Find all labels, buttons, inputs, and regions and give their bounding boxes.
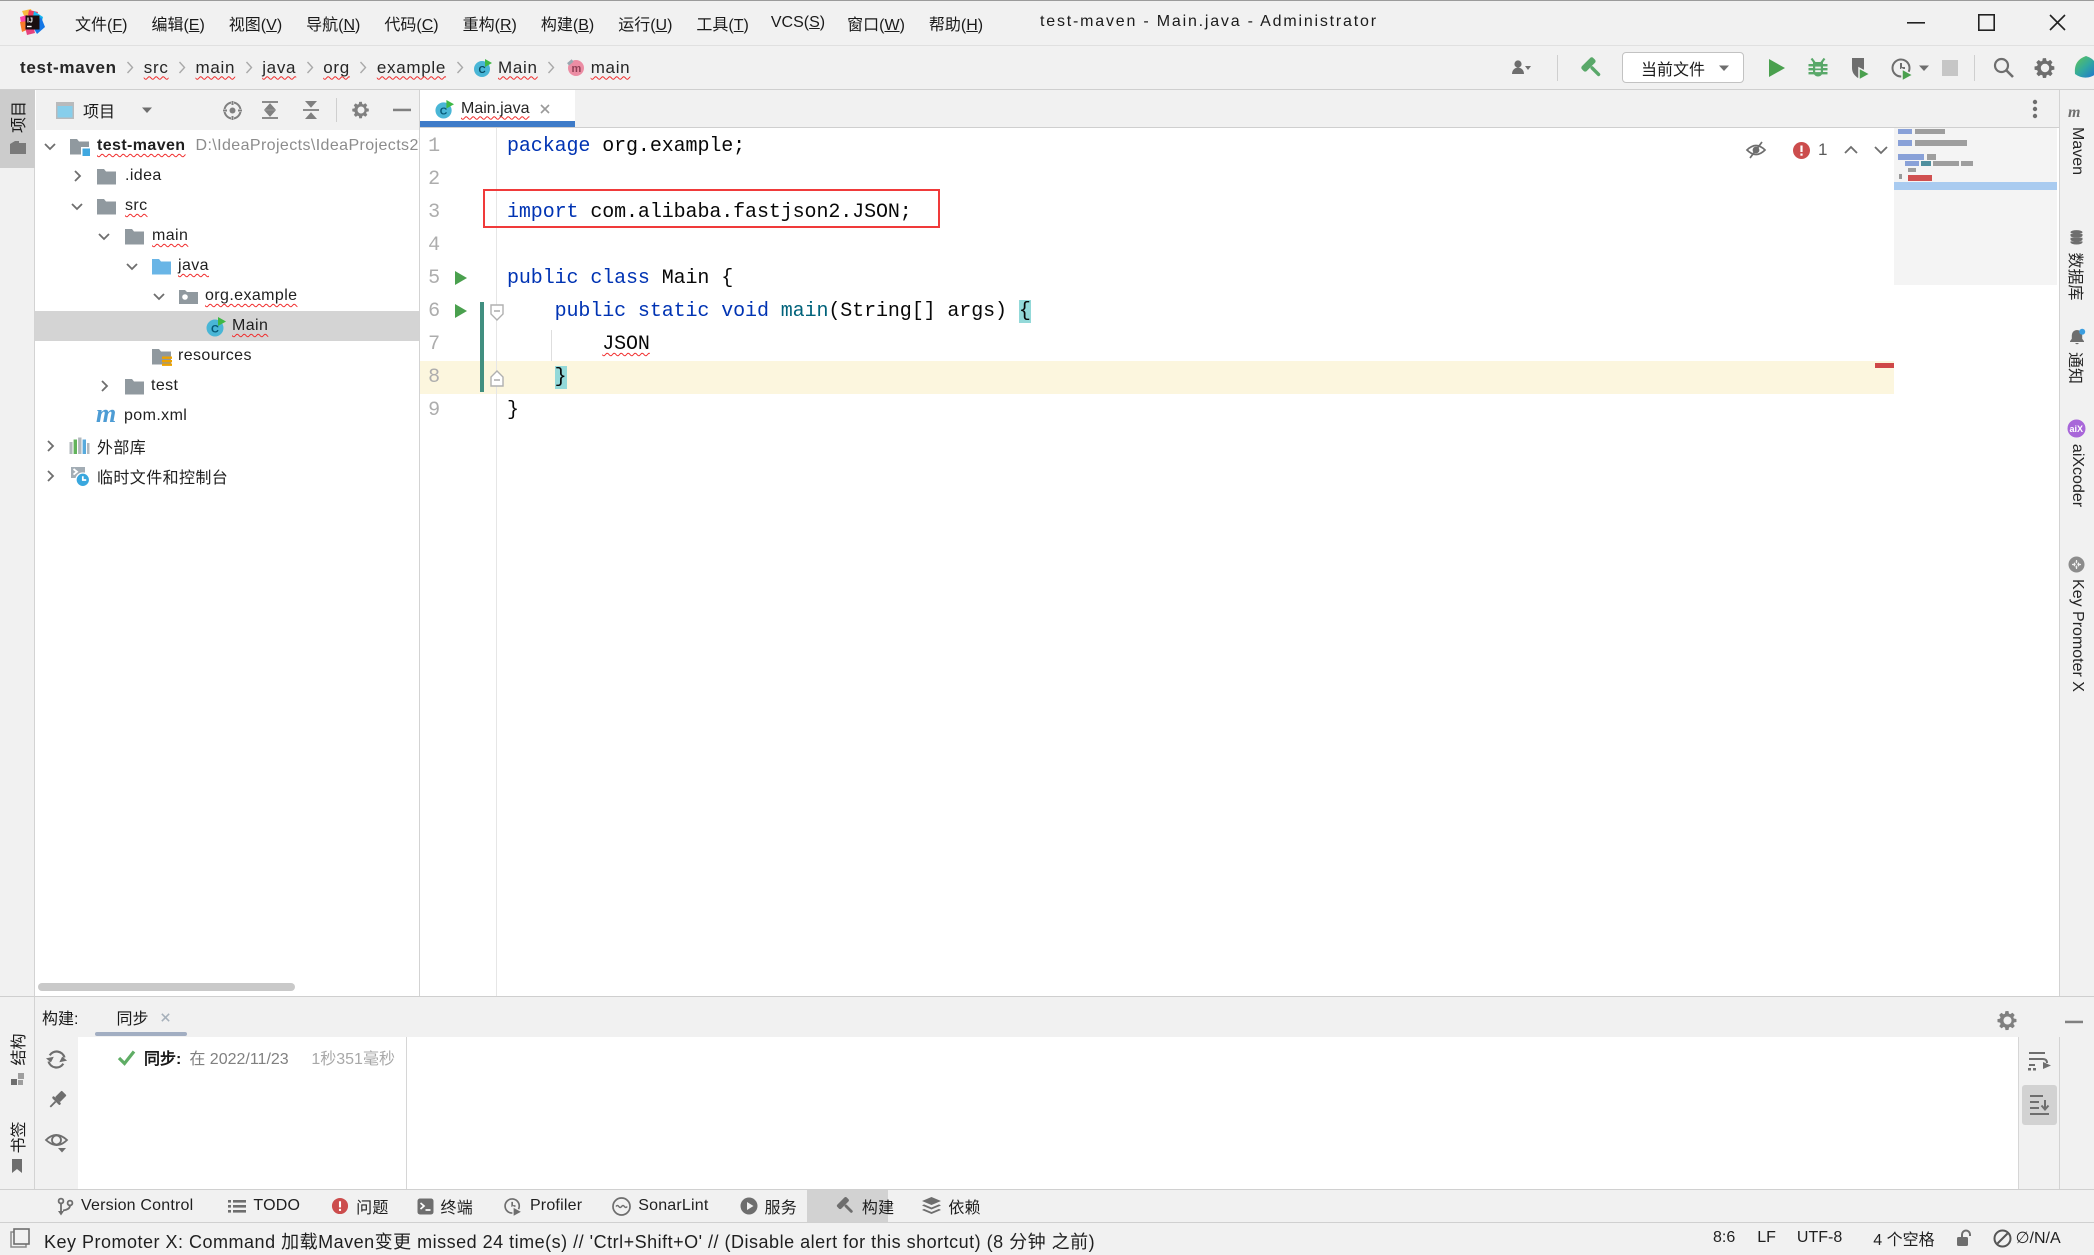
svg-text:aiX: aiX	[2070, 424, 2084, 434]
svg-text:IJ: IJ	[27, 18, 33, 25]
svg-text:m: m	[571, 63, 581, 75]
svg-text:m: m	[2068, 105, 2080, 119]
svg-text:C: C	[211, 324, 219, 336]
